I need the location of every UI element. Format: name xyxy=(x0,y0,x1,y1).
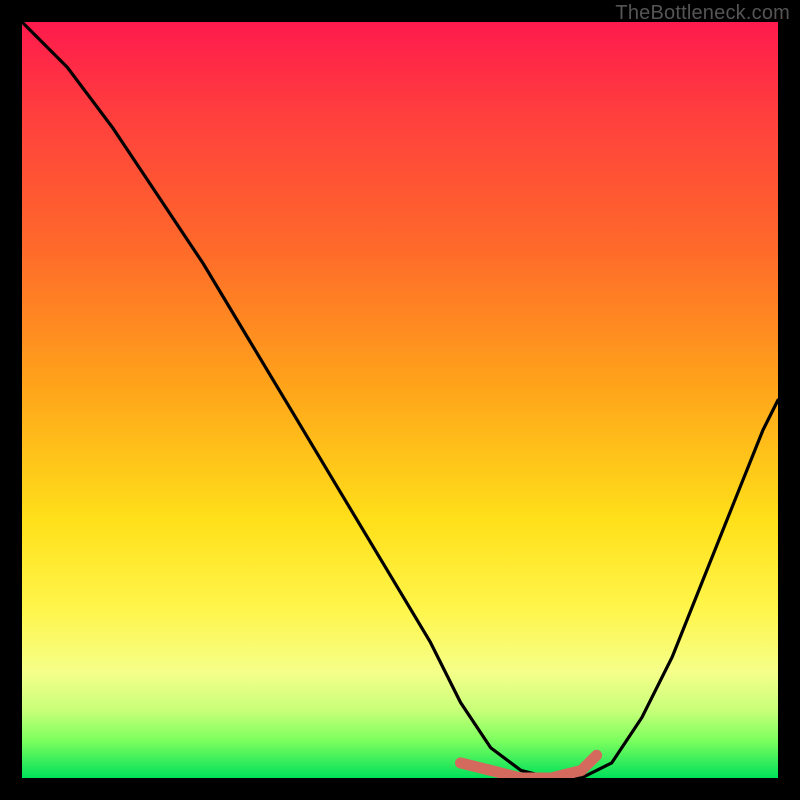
plot-area xyxy=(22,22,778,778)
chart-frame: TheBottleneck.com xyxy=(0,0,800,800)
bottleneck-curve xyxy=(22,22,778,778)
curve-highlight xyxy=(461,755,597,778)
curve-line xyxy=(22,22,778,778)
